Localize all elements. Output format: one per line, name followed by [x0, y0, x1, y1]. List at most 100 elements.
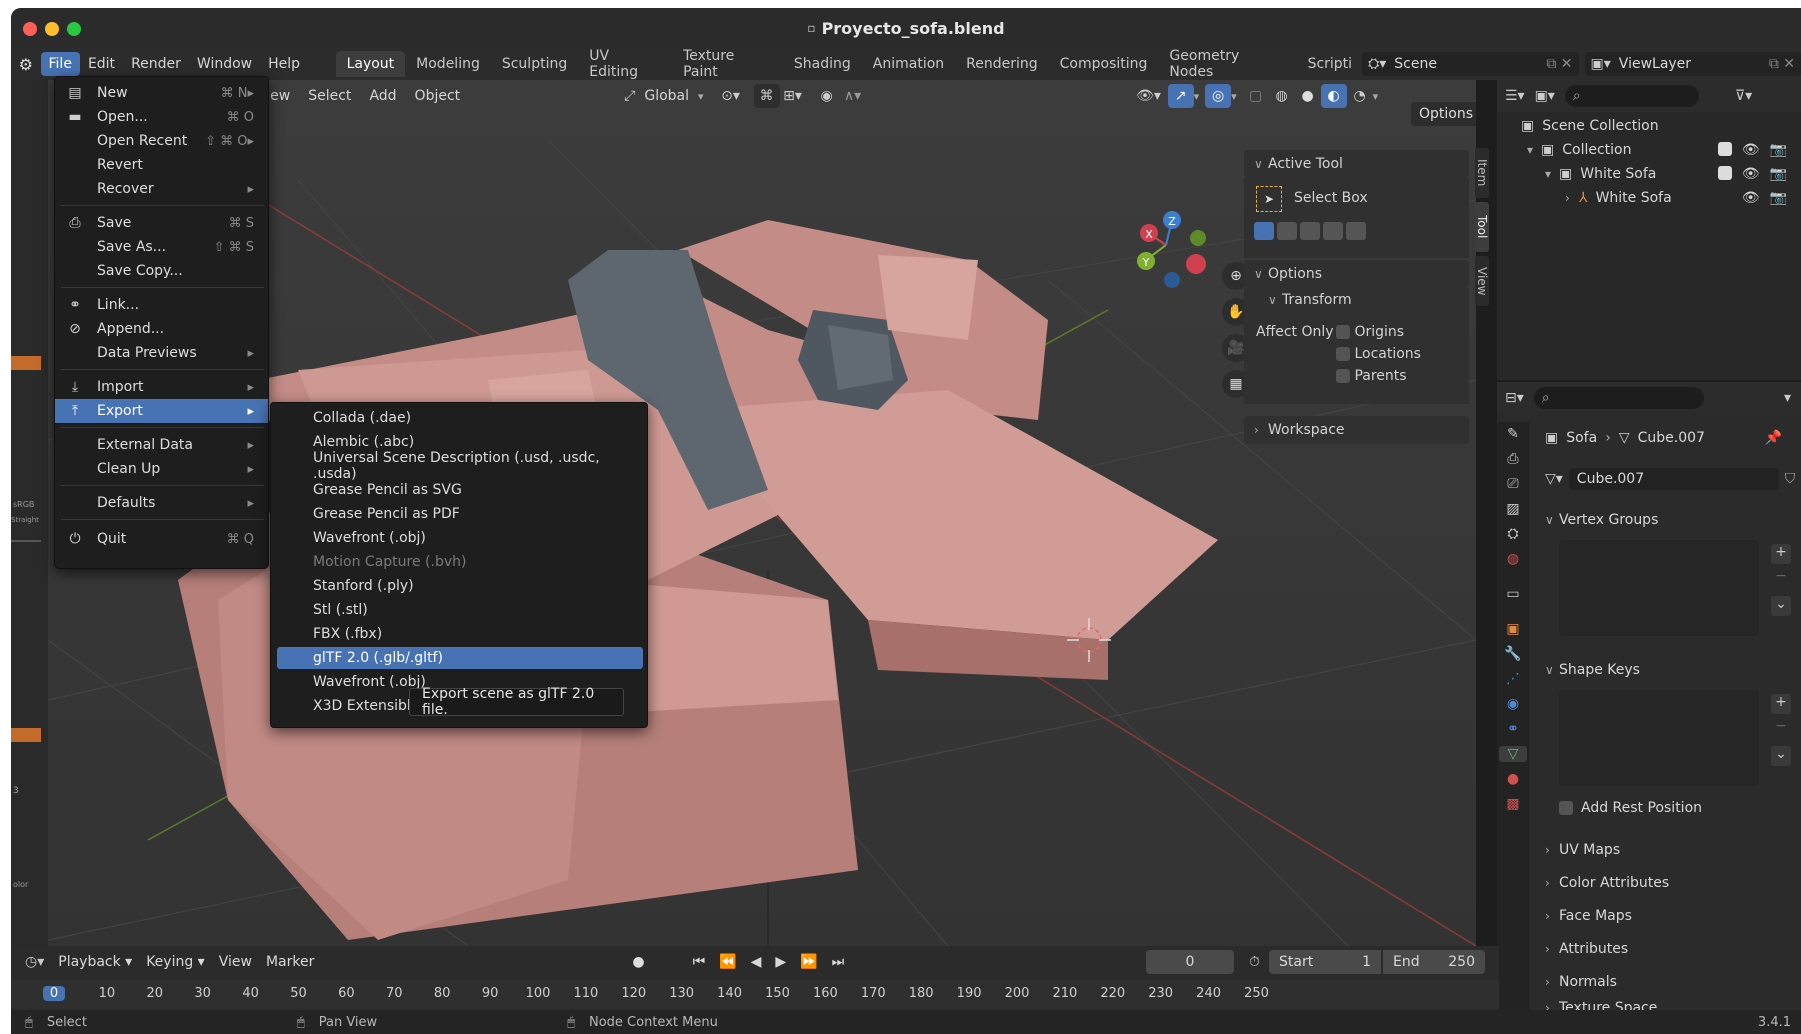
close-window-button[interactable]: [23, 22, 37, 36]
chevron-down-icon-5[interactable]: ▾: [1784, 390, 1801, 406]
view-layer-props-icon[interactable]: ▨: [1506, 501, 1519, 517]
tab-scripting[interactable]: Scripti: [1297, 51, 1357, 77]
remove-vertex-group-button[interactable]: −: [1771, 568, 1791, 588]
particles-props-icon[interactable]: ⋰: [1506, 671, 1520, 687]
workspace-section[interactable]: › Workspace: [1244, 416, 1469, 444]
face-maps-panel[interactable]: › Face Maps: [1545, 902, 1795, 930]
jump-start-icon[interactable]: ⏮: [693, 954, 706, 970]
prev-keyframe-icon[interactable]: ⏪: [719, 954, 736, 970]
filter-icon[interactable]: ⊽▾: [1735, 88, 1752, 104]
falloff-icon[interactable]: ∧▾: [840, 84, 866, 108]
blender-logo-icon[interactable]: ⚙: [11, 55, 41, 74]
mode-invert-icon[interactable]: [1323, 222, 1343, 240]
physics-props-icon[interactable]: ◉: [1507, 696, 1519, 712]
options-button[interactable]: Options ▾: [1411, 102, 1476, 126]
file-append[interactable]: ⊘ Append...: [55, 317, 268, 341]
parents-checkbox[interactable]: Parents: [1336, 368, 1407, 384]
camera-icon-3[interactable]: 📷: [1770, 190, 1787, 206]
tab-view[interactable]: View: [1475, 256, 1489, 306]
editor-type-icon[interactable]: ☰▾: [1505, 88, 1525, 104]
export-collada[interactable]: Collada (.dae): [277, 407, 643, 429]
transform-subsection[interactable]: ∨ Transform: [1268, 292, 1352, 308]
material-props-icon[interactable]: ●: [1507, 771, 1519, 787]
color-attributes-panel[interactable]: › Color Attributes: [1545, 869, 1795, 897]
select-box-icon[interactable]: ➤: [1256, 186, 1282, 212]
export-gltf[interactable]: glTF 2.0 (.glb/.gltf): [277, 647, 643, 669]
add-rest-position-checkbox[interactable]: Add Rest Position: [1559, 800, 1702, 816]
minimize-window-button[interactable]: [45, 22, 59, 36]
export-gp-pdf[interactable]: Grease Pencil as PDF: [277, 503, 643, 525]
camera-icon-2[interactable]: 📷: [1770, 166, 1787, 182]
export-gp-svg[interactable]: Grease Pencil as SVG: [277, 479, 643, 501]
export-fbx[interactable]: FBX (.fbx): [277, 623, 643, 645]
file-open-recent[interactable]: Open Recent ⇧ ⌘ O▸: [55, 129, 268, 153]
mode-intersect-icon[interactable]: [1346, 222, 1366, 240]
snap-target-icon[interactable]: ⊞▾: [780, 84, 806, 108]
file-data-previews[interactable]: Data Previews ▸: [55, 341, 268, 365]
add-shape-key-button[interactable]: +: [1771, 694, 1791, 714]
output-props-icon[interactable]: ⎚: [1507, 476, 1518, 492]
pivot-icon[interactable]: ⊙▾: [718, 84, 744, 108]
file-revert[interactable]: Revert: [55, 153, 268, 177]
play-icon[interactable]: ▶: [775, 954, 786, 970]
camera-icon[interactable]: 📷: [1770, 142, 1787, 158]
outliner-white-sofa-collection[interactable]: ▾ ▣ White Sofa 👁 📷: [1497, 162, 1801, 186]
scene-props-icon[interactable]: ⛭: [1507, 526, 1518, 542]
pin-icon[interactable]: ⧉ ✕: [1546, 56, 1578, 72]
jump-end-icon[interactable]: ⏭: [832, 954, 845, 970]
file-save-copy[interactable]: Save Copy...: [55, 259, 268, 283]
add-vertex-group-button[interactable]: +: [1771, 544, 1791, 564]
mesh-name-field[interactable]: Cube.007: [1568, 468, 1779, 490]
timeline-editor-icon[interactable]: ◷▾: [25, 954, 44, 970]
proportional-edit-icon[interactable]: ◉: [814, 84, 840, 108]
end-frame-field[interactable]: End 250: [1383, 950, 1485, 974]
export-usd[interactable]: Universal Scene Description (.usd, .usdc…: [277, 450, 643, 482]
file-external-data[interactable]: External Data ▸: [55, 433, 268, 457]
shape-key-specials-button[interactable]: ⌄: [1771, 746, 1791, 766]
tab-rendering[interactable]: Rendering: [955, 51, 1049, 77]
export-stl[interactable]: Stl (.stl): [277, 599, 643, 621]
file-clean-up[interactable]: Clean Up ▸: [55, 457, 268, 481]
texture-props-icon[interactable]: ▩: [1506, 796, 1519, 812]
tab-texture-paint[interactable]: Texture Paint: [672, 48, 783, 80]
menu-file[interactable]: File: [40, 52, 80, 76]
fake-user-icon[interactable]: ⛉: [1785, 471, 1796, 487]
chevron-down-icon-2[interactable]: ▾: [1194, 90, 1200, 103]
file-import[interactable]: ⤓ Import ▸: [55, 375, 268, 399]
normals-panel[interactable]: › Normals: [1545, 968, 1795, 996]
modifier-props-icon[interactable]: 🔧: [1504, 646, 1521, 662]
current-frame-field[interactable]: 0: [1146, 950, 1234, 974]
uv-maps-panel[interactable]: › UV Maps: [1545, 836, 1795, 864]
tab-animation[interactable]: Animation: [862, 51, 955, 77]
export-wavefront[interactable]: Wavefront (.obj): [277, 527, 643, 549]
tab-tool[interactable]: Tool: [1475, 202, 1489, 252]
eye-icon-2[interactable]: 👁: [1742, 166, 1760, 182]
remove-shape-key-button[interactable]: −: [1771, 718, 1791, 738]
pin-icon-2[interactable]: 📌: [1765, 430, 1782, 446]
display-mode-icon[interactable]: ▣▾: [1535, 88, 1555, 104]
start-frame-field[interactable]: Start 1: [1269, 950, 1381, 974]
vertex-group-specials-button[interactable]: ⌄: [1771, 596, 1791, 616]
scene-selector[interactable]: ⛭▾ Scene ⧉ ✕: [1362, 52, 1579, 76]
keying-menu[interactable]: Keying ▾: [146, 954, 205, 970]
file-defaults[interactable]: Defaults ▸: [55, 491, 268, 515]
outliner-white-sofa-object[interactable]: › ⅄ White Sofa 👁 📷: [1497, 186, 1801, 210]
collection-props-icon[interactable]: ▭: [1506, 586, 1519, 602]
object-menu[interactable]: Object: [406, 88, 470, 104]
shape-keys-list[interactable]: [1559, 690, 1759, 786]
file-open[interactable]: ▬ Open... ⌘ O: [55, 105, 268, 129]
menu-help[interactable]: Help: [260, 52, 308, 76]
mesh-browse-icon[interactable]: ▽▾: [1545, 471, 1563, 487]
tab-modeling[interactable]: Modeling: [405, 51, 491, 77]
snap-icon[interactable]: ⌘: [753, 84, 780, 108]
options-section[interactable]: ∨ Options: [1244, 260, 1469, 288]
shape-keys-panel[interactable]: ∨ Shape Keys: [1545, 656, 1795, 684]
file-new[interactable]: ▤ New ⌘ N▸: [55, 81, 268, 105]
tab-item[interactable]: Item: [1475, 148, 1489, 198]
vertex-groups-list[interactable]: [1559, 540, 1759, 636]
stopwatch-icon[interactable]: ⏱: [1249, 954, 1260, 970]
chevron-down-icon-3[interactable]: ▾: [1231, 90, 1237, 103]
menu-render[interactable]: Render: [123, 52, 189, 76]
mode-set-icon[interactable]: [1254, 222, 1274, 240]
attributes-panel[interactable]: › Attributes: [1545, 935, 1795, 963]
